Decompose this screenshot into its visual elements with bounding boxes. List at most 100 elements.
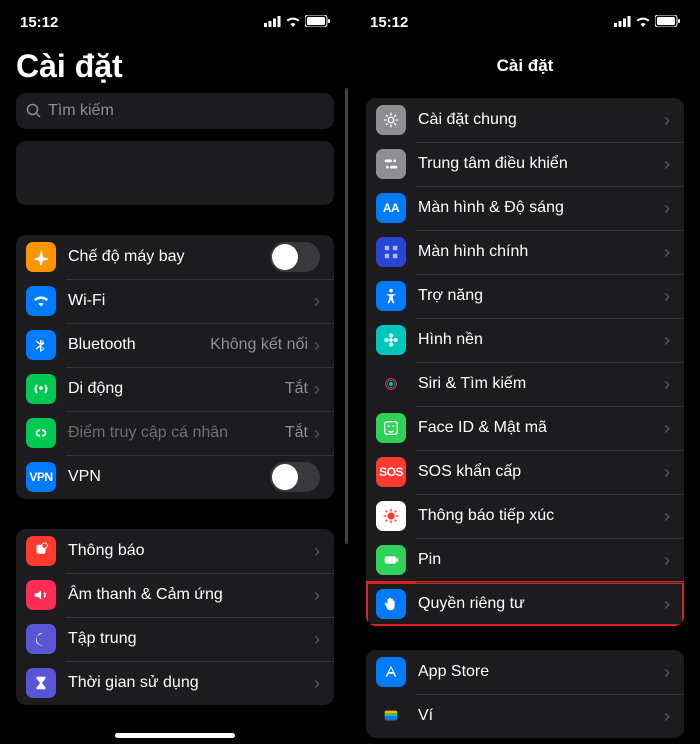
- chevron-right-icon: ›: [314, 379, 320, 400]
- sound-icon: [26, 580, 56, 610]
- battery-icon: [376, 545, 406, 575]
- airplane-toggle[interactable]: [270, 242, 320, 272]
- exposure-icon: [376, 501, 406, 531]
- row-label: Màn hình chính: [418, 243, 664, 261]
- left-group-connectivity: Chế độ máy bayWi-Fi›BluetoothKhông kết n…: [16, 235, 334, 499]
- row-label: Pin: [418, 551, 664, 569]
- home-indicator[interactable]: [115, 733, 235, 738]
- chevron-right-icon: ›: [664, 198, 670, 219]
- airplane-icon: [26, 242, 56, 272]
- nav-title: Cài đặt: [350, 44, 700, 88]
- chevron-right-icon: ›: [664, 374, 670, 395]
- row-label: Trợ năng: [418, 287, 664, 305]
- row-battery[interactable]: Pin›: [366, 538, 684, 582]
- row-appstore[interactable]: App Store›: [366, 650, 684, 694]
- accessibility-icon: [376, 281, 406, 311]
- sos-icon: SOS: [376, 457, 406, 487]
- chevron-right-icon: ›: [314, 585, 320, 606]
- chevron-right-icon: ›: [664, 550, 670, 571]
- signal-icon: [264, 14, 281, 31]
- row-notifications[interactable]: Thông báo›: [16, 529, 334, 573]
- row-home-screen[interactable]: Màn hình chính›: [366, 230, 684, 274]
- search-placeholder: Tìm kiếm: [48, 102, 114, 120]
- row-privacy[interactable]: Quyền riêng tư›: [366, 582, 684, 626]
- right-group-general: Cài đặt chung›Trung tâm điều khiển›AAMàn…: [366, 98, 684, 626]
- row-screentime[interactable]: Thời gian sử dụng›: [16, 661, 334, 705]
- row-wallet[interactable]: Ví›: [366, 694, 684, 738]
- vpn-toggle[interactable]: [270, 462, 320, 492]
- row-label: Tập trung: [68, 630, 314, 648]
- scroll-indicator: [345, 88, 348, 544]
- row-label: Điểm truy cập cá nhân: [68, 424, 285, 442]
- row-general[interactable]: Cài đặt chung›: [366, 98, 684, 142]
- chevron-right-icon: ›: [664, 418, 670, 439]
- status-time: 15:12: [370, 14, 408, 31]
- row-wallpaper[interactable]: Hình nền›: [366, 318, 684, 362]
- row-focus[interactable]: Tập trung›: [16, 617, 334, 661]
- phone-right-settings: 15:12 Cài đặt Cài đặt chung›Trung tâm đi…: [350, 0, 700, 744]
- right-content: Cài đặt chung›Trung tâm điều khiển›AAMàn…: [350, 88, 700, 744]
- row-faceid[interactable]: Face ID & Mật mã›: [366, 406, 684, 450]
- row-label: SOS khẩn cấp: [418, 463, 664, 481]
- vpn-icon: VPN: [26, 462, 56, 492]
- row-accessibility[interactable]: Trợ năng›: [366, 274, 684, 318]
- chevron-right-icon: ›: [314, 291, 320, 312]
- status-icons: [614, 14, 680, 31]
- row-label: Siri & Tìm kiếm: [418, 375, 664, 393]
- status-time: 15:12: [20, 14, 58, 31]
- chevron-right-icon: ›: [314, 541, 320, 562]
- search-icon: [26, 103, 42, 119]
- chevron-right-icon: ›: [664, 506, 670, 527]
- row-vpn[interactable]: VPN VPN: [16, 455, 334, 499]
- wallet-icon: [376, 701, 406, 731]
- row-label: App Store: [418, 663, 664, 681]
- row-label: Quyền riêng tư: [418, 595, 664, 613]
- search-input[interactable]: Tìm kiếm: [16, 93, 334, 129]
- row-display[interactable]: AAMàn hình & Độ sáng›: [366, 186, 684, 230]
- battery-icon: [655, 14, 680, 31]
- row-exposure[interactable]: Thông báo tiếp xúc›: [366, 494, 684, 538]
- row-bluetooth[interactable]: BluetoothKhông kết nối›: [16, 323, 334, 367]
- notifications-icon: [26, 536, 56, 566]
- battery-icon: [305, 14, 330, 31]
- row-sound[interactable]: Âm thanh & Cảm ứng›: [16, 573, 334, 617]
- row-label: Ví: [418, 707, 664, 725]
- chevron-right-icon: ›: [664, 330, 670, 351]
- home-screen-icon: [376, 237, 406, 267]
- faceid-icon: [376, 413, 406, 443]
- chevron-right-icon: ›: [664, 154, 670, 175]
- account-card-placeholder[interactable]: [16, 141, 334, 205]
- row-sos[interactable]: SOSSOS khẩn cấp›: [366, 450, 684, 494]
- wifi-icon: [26, 286, 56, 316]
- row-label: Âm thanh & Cảm ứng: [68, 586, 314, 604]
- row-value: Tắt: [285, 424, 308, 442]
- page-title: Cài đặt: [0, 44, 350, 93]
- row-label: Trung tâm điều khiển: [418, 155, 664, 173]
- row-value: Không kết nối: [210, 336, 308, 354]
- row-hotspot[interactable]: Điểm truy cập cá nhânTắt ›: [16, 411, 334, 455]
- hotspot-icon: [26, 418, 56, 448]
- chevron-right-icon: ›: [664, 662, 670, 683]
- chevron-right-icon: ›: [664, 594, 670, 615]
- row-airplane[interactable]: Chế độ máy bay: [16, 235, 334, 279]
- left-group-notifications: Thông báo›Âm thanh & Cảm ứng›Tập trung›T…: [16, 529, 334, 705]
- row-label: Hình nền: [418, 331, 664, 349]
- row-wifi[interactable]: Wi-Fi›: [16, 279, 334, 323]
- row-cellular[interactable]: Di độngTắt›: [16, 367, 334, 411]
- chevron-right-icon: ›: [664, 242, 670, 263]
- general-icon: [376, 105, 406, 135]
- row-control-center[interactable]: Trung tâm điều khiển›: [366, 142, 684, 186]
- chevron-right-icon: ›: [314, 629, 320, 650]
- status-bar: 15:12: [350, 0, 700, 44]
- privacy-icon: [376, 589, 406, 619]
- row-label: VPN: [68, 468, 270, 486]
- wifi-icon: [285, 14, 301, 31]
- chevron-right-icon: ›: [314, 673, 320, 694]
- phone-left-settings: 15:12 Cài đặt Tìm kiếm Chế độ máy bayWi-…: [0, 0, 350, 744]
- row-label: Di động: [68, 380, 285, 398]
- chevron-right-icon: ›: [664, 110, 670, 131]
- row-siri[interactable]: Siri & Tìm kiếm›: [366, 362, 684, 406]
- row-label: Màn hình & Độ sáng: [418, 199, 664, 217]
- chevron-right-icon: ›: [314, 423, 320, 444]
- row-label: Bluetooth: [68, 336, 210, 354]
